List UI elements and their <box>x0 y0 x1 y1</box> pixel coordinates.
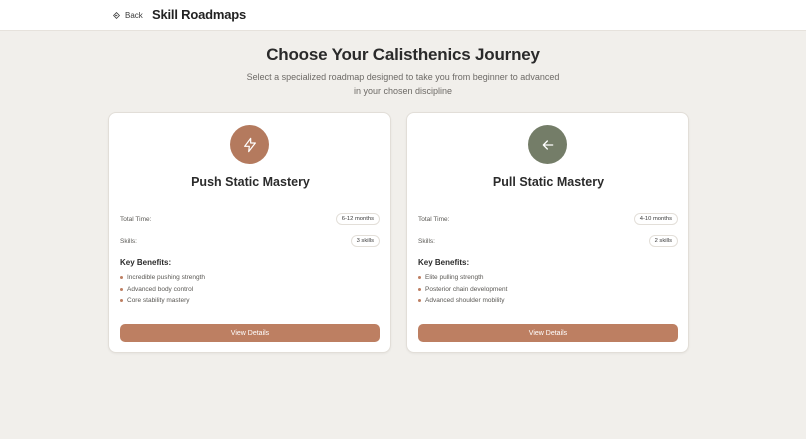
back-button[interactable]: Back <box>113 9 143 21</box>
diamond-arrow-icon <box>113 11 120 19</box>
bullet-icon <box>120 299 123 303</box>
total-time-label: Total Time: <box>120 215 152 223</box>
benefit-list: Elite pulling strength Posterior chain d… <box>418 272 507 307</box>
list-item: Advanced shoulder mobility <box>418 295 507 307</box>
benefit-text: Posterior chain development <box>425 285 508 293</box>
bullet-icon <box>418 299 421 303</box>
bullet-icon <box>418 276 421 280</box>
roadmap-card-push: Push Static Mastery Total Time: 6-12 mon… <box>108 112 391 353</box>
benefit-list: Incredible pushing strength Advanced bod… <box>120 272 205 307</box>
skills-label: Skills: <box>418 237 435 245</box>
list-item: Incredible pushing strength <box>120 272 205 284</box>
arrow-left-icon <box>528 125 567 164</box>
benefit-text: Core stability mastery <box>127 297 190 305</box>
skills-row: Skills: 2 skills <box>418 235 678 247</box>
lightning-bolt-icon <box>230 125 269 164</box>
view-details-button[interactable]: View Details <box>120 324 380 342</box>
view-details-button[interactable]: View Details <box>418 324 678 342</box>
roadmap-card-pull: Pull Static Mastery Total Time: 4-10 mon… <box>406 112 689 353</box>
page-title: Skill Roadmaps <box>152 7 247 22</box>
roadmap-title: Pull Static Mastery <box>492 175 605 189</box>
benefit-text: Incredible pushing strength <box>127 274 206 282</box>
list-item: Core stability mastery <box>120 295 205 307</box>
skills-badge: 3 skills <box>350 235 380 247</box>
bullet-icon <box>418 287 421 291</box>
total-time-label: Total Time: <box>418 215 450 223</box>
hero-subtitle-line-1: Select a specialized roadmap designed to… <box>246 72 560 82</box>
list-item: Advanced body control <box>120 284 205 296</box>
total-time-badge: 4-10 months <box>633 213 678 225</box>
skills-label: Skills: <box>120 237 137 245</box>
roadmap-title: Push Static Mastery <box>191 175 310 189</box>
skills-badge: 2 skills <box>648 235 678 247</box>
benefit-text: Advanced body control <box>127 285 194 293</box>
bullet-icon <box>120 287 123 291</box>
total-time-badge: 6-12 months <box>335 213 380 225</box>
hero-subtitle: Select a specialized roadmap designed to… <box>0 70 806 98</box>
total-time-row: Total Time: 6-12 months <box>120 213 380 225</box>
skills-row: Skills: 3 skills <box>120 235 380 247</box>
hero-title: Choose Your Calisthenics Journey <box>266 45 540 64</box>
list-item: Elite pulling strength <box>418 272 507 284</box>
hero-subtitle-line-2: in your chosen discipline <box>353 86 453 96</box>
list-item: Posterior chain development <box>418 284 507 296</box>
benefit-text: Advanced shoulder mobility <box>425 297 505 305</box>
total-time-row: Total Time: 4-10 months <box>418 213 678 225</box>
benefit-text: Elite pulling strength <box>425 274 484 282</box>
key-benefits-heading: Key Benefits: <box>120 258 172 267</box>
key-benefits-heading: Key Benefits: <box>418 258 470 267</box>
bullet-icon <box>120 276 123 280</box>
top-bar: Back Skill Roadmaps <box>0 0 806 31</box>
back-label: Back <box>125 10 143 20</box>
